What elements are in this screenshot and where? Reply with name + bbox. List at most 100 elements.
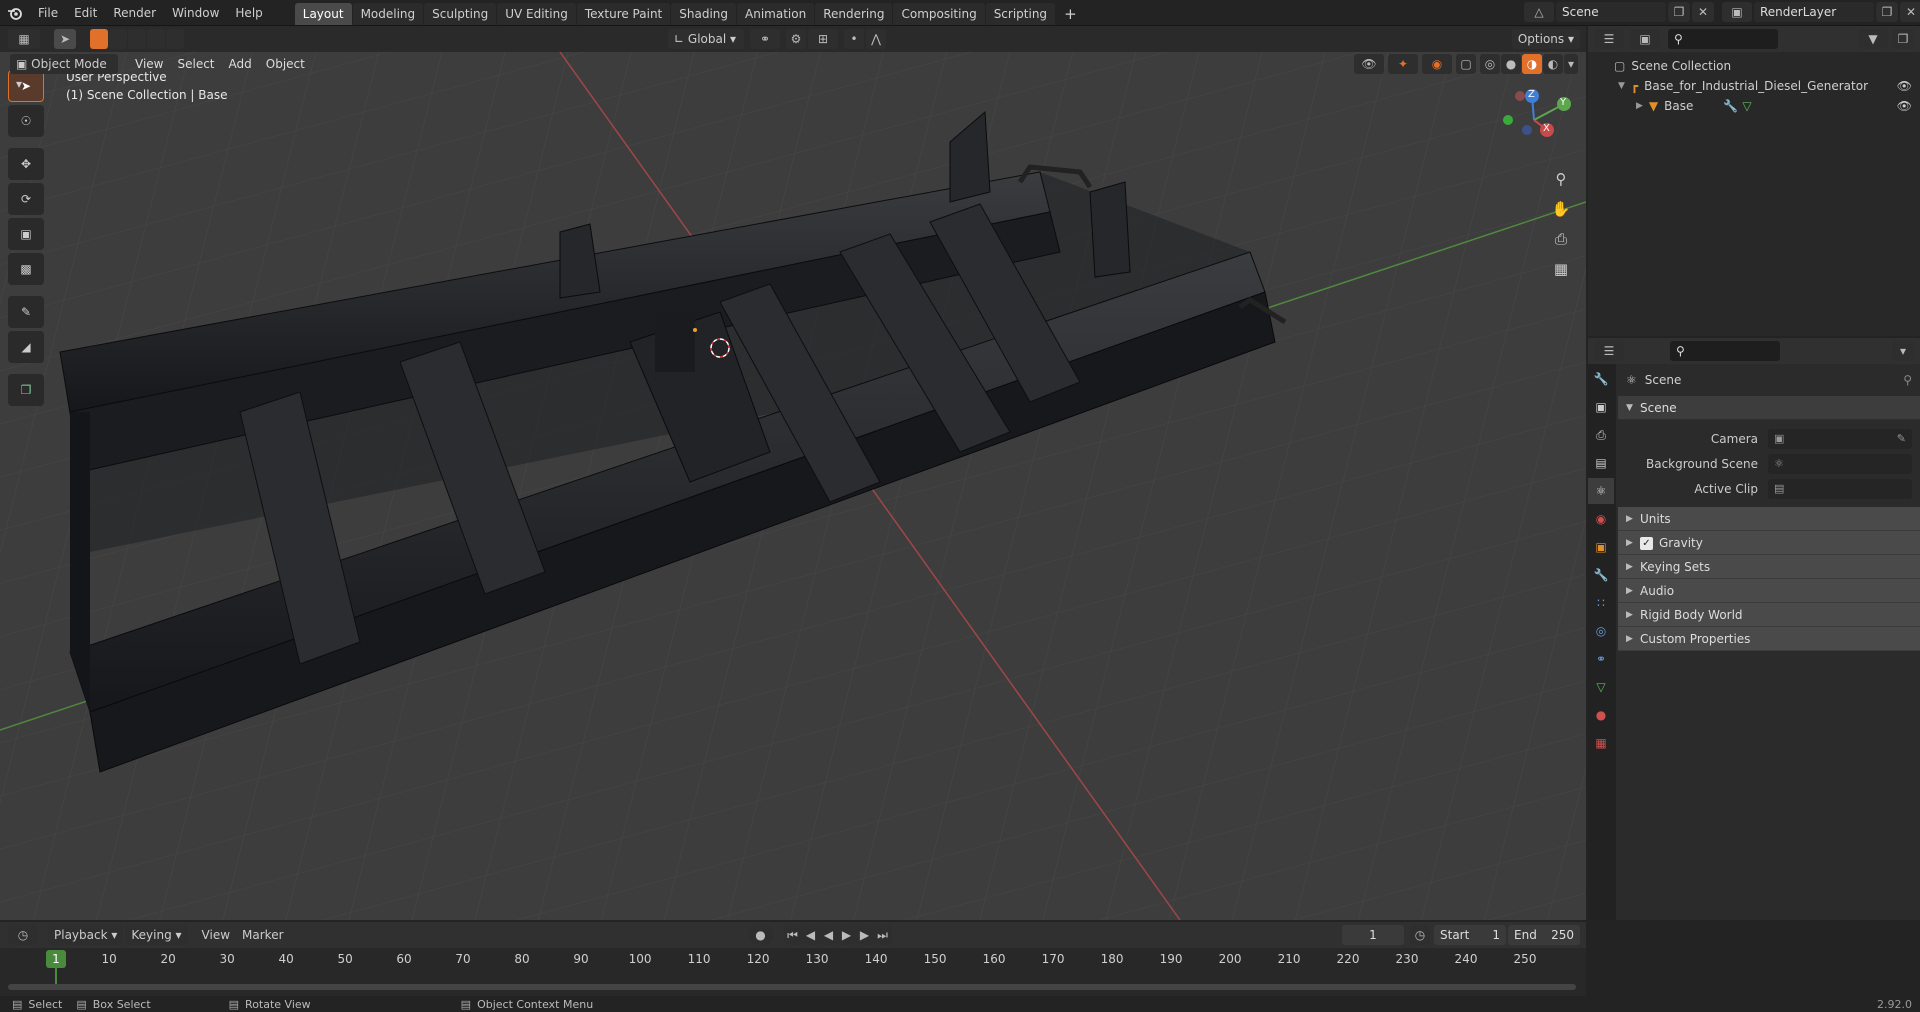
tab-layout[interactable]: Layout xyxy=(294,3,352,25)
start-frame-field[interactable]: Start 1 xyxy=(1434,925,1506,945)
rendered-shading-icon[interactable]: ◐ xyxy=(1543,54,1563,74)
record-icon[interactable]: ● xyxy=(747,925,774,945)
3d-viewport[interactable]: ➤ ☉ ✥ ⟳ ▣ ▩ ✎ ◢ ❐ User Perspective (1) S… xyxy=(0,52,1586,920)
camera-view-icon[interactable]: ⎙ xyxy=(1548,230,1574,256)
tab-shading[interactable]: Shading xyxy=(671,3,736,25)
scene-new-icon[interactable]: ❐ xyxy=(1668,2,1690,22)
tab-texture-paint[interactable]: Texture Paint xyxy=(576,3,671,25)
proportional-edit-icon[interactable]: • xyxy=(844,29,864,49)
menu-select[interactable]: Select xyxy=(170,57,221,71)
modifier-icon[interactable]: 🔧 xyxy=(1723,96,1738,116)
scene-tab-icon[interactable]: ⚛ xyxy=(1588,478,1614,504)
snap-target-icon[interactable]: ⊞ xyxy=(808,29,838,49)
play-reverse-icon[interactable]: ◀ xyxy=(819,925,838,945)
renderlayer-delete-icon[interactable]: ✕ xyxy=(1900,2,1920,22)
new-collection-icon[interactable]: ❐ xyxy=(1892,29,1914,49)
options-dropdown[interactable]: Options ▾ xyxy=(1511,29,1580,49)
gizmo-toggle-icon[interactable]: ✦ xyxy=(1388,54,1418,74)
xray-toggle-icon[interactable]: ▢ xyxy=(1456,54,1476,74)
tab-sculpting[interactable]: Sculpting xyxy=(424,3,497,25)
timeline-view-menu[interactable]: View xyxy=(196,928,236,942)
tool-tab-icon[interactable]: 🔧 xyxy=(1588,366,1614,392)
units-panel-header[interactable]: ▶ Units xyxy=(1618,507,1920,531)
move-tool-icon[interactable]: ✥ xyxy=(8,148,44,180)
texture-tab-icon[interactable]: ▦ xyxy=(1588,730,1614,756)
world-tab-icon[interactable]: ◉ xyxy=(1588,506,1614,532)
play-icon[interactable]: ▶ xyxy=(837,925,856,945)
pan-hand-icon[interactable]: ✋ xyxy=(1548,200,1574,226)
pin-icon[interactable]: ⚲ xyxy=(1903,373,1912,387)
blender-logo-icon[interactable] xyxy=(0,0,30,26)
menu-window[interactable]: Window xyxy=(164,0,227,26)
solid-shading-icon[interactable]: ● xyxy=(1501,54,1521,74)
tab-modeling[interactable]: Modeling xyxy=(352,3,424,25)
perspective-toggle-icon[interactable]: ▦ xyxy=(1548,260,1574,286)
shading-options-icon[interactable]: ▾ xyxy=(1564,54,1578,74)
timeline-editor-icon[interactable]: ◷ xyxy=(8,925,38,945)
scene-panel-header[interactable]: ▼ Scene xyxy=(1618,396,1920,420)
next-keyframe-icon[interactable]: ▶ xyxy=(855,925,874,945)
current-frame-field[interactable]: 1 xyxy=(1342,925,1404,945)
tab-scripting[interactable]: Scripting xyxy=(985,3,1056,25)
select-extend-icon[interactable] xyxy=(109,29,127,49)
menu-edit[interactable]: Edit xyxy=(66,0,105,26)
outliner-search-input[interactable]: ⚲ xyxy=(1668,29,1778,49)
orientation-dropdown[interactable]: ∟ Global ▾ xyxy=(668,29,744,49)
properties-search-input[interactable]: ⚲ xyxy=(1670,341,1780,361)
render-tab-icon[interactable]: ▣ xyxy=(1588,394,1614,420)
renderlayer-browse-icon[interactable]: ▣ xyxy=(1722,2,1752,22)
mode-dropdown[interactable]: ▣ Object Mode ▾ xyxy=(10,54,118,91)
cursor-tool-icon[interactable]: ☉ xyxy=(8,105,44,137)
eyedropper-icon[interactable]: ✎ xyxy=(1897,432,1906,445)
object-row-base[interactable]: ▶ ▼ Base 🔧 ▽ 👁 xyxy=(1588,96,1920,116)
material-tab-icon[interactable]: ● xyxy=(1588,702,1614,728)
keying-menu[interactable]: Keying ▾ xyxy=(125,925,188,945)
scene-collection-row[interactable]: ▢ Scene Collection xyxy=(1588,56,1920,76)
annotate-tool-icon[interactable]: ✎ xyxy=(8,296,44,328)
snap-toggle-icon[interactable]: ⚙ xyxy=(786,29,806,49)
menu-help[interactable]: Help xyxy=(227,0,270,26)
audio-panel-header[interactable]: ▶ Audio xyxy=(1618,579,1920,603)
scene-name-field[interactable]: Scene xyxy=(1556,2,1666,22)
jump-start-icon[interactable]: ⏮ xyxy=(783,925,802,945)
zoom-icon[interactable]: ⚲ xyxy=(1548,170,1574,196)
navigation-gizmo[interactable]: Z Y X xyxy=(1490,74,1580,164)
renderlayer-name-field[interactable]: RenderLayer xyxy=(1754,2,1874,22)
menu-view[interactable]: View xyxy=(128,57,170,71)
menu-add[interactable]: Add xyxy=(222,57,259,71)
editor-type-icon[interactable]: ▦ xyxy=(8,29,40,49)
tab-animation[interactable]: Animation xyxy=(737,3,815,25)
add-cube-tool-icon[interactable]: ❐ xyxy=(8,374,44,406)
renderlayer-new-icon[interactable]: ❐ xyxy=(1876,2,1898,22)
measure-tool-icon[interactable]: ◢ xyxy=(8,331,44,363)
modifier-tab-icon[interactable]: 🔧 xyxy=(1588,562,1614,588)
select-invert-icon[interactable] xyxy=(147,29,165,49)
display-mode-icon[interactable]: ▣ xyxy=(1630,29,1660,49)
data-tab-icon[interactable]: ▽ xyxy=(1588,674,1614,700)
output-tab-icon[interactable]: ⎙ xyxy=(1588,422,1614,448)
menu-render[interactable]: Render xyxy=(105,0,164,26)
material-shading-icon[interactable]: ◑ xyxy=(1522,54,1542,74)
gravity-checkbox[interactable]: ✓ xyxy=(1640,537,1653,550)
end-frame-field[interactable]: End 250 xyxy=(1508,925,1580,945)
camera-field[interactable]: ▣ ✎ xyxy=(1768,428,1912,449)
scene-browse-icon[interactable]: △ xyxy=(1524,2,1554,22)
tab-uv-editing[interactable]: UV Editing xyxy=(497,3,576,25)
constraints-tab-icon[interactable]: ⚭ xyxy=(1588,646,1614,672)
properties-editor-icon[interactable]: ☰ xyxy=(1594,341,1624,361)
select-tool-icon[interactable]: ➤ xyxy=(54,29,76,49)
background-scene-field[interactable]: ⚛ xyxy=(1768,453,1912,474)
view-layer-tab-icon[interactable]: ▤ xyxy=(1588,450,1614,476)
wireframe-shading-icon[interactable]: ◎ xyxy=(1480,54,1500,74)
select-new-icon[interactable] xyxy=(90,29,108,49)
playback-menu[interactable]: Playback ▾ xyxy=(48,925,124,945)
select-subtract-icon[interactable] xyxy=(128,29,146,49)
expand-arrow-icon[interactable]: ▼ xyxy=(1618,76,1625,96)
mesh-data-icon[interactable]: ▽ xyxy=(1742,96,1751,116)
rigid-body-world-panel-header[interactable]: ▶ Rigid Body World xyxy=(1618,603,1920,627)
falloff-icon[interactable]: ⋀ xyxy=(866,29,886,49)
transform-tool-icon[interactable]: ▩ xyxy=(8,253,44,285)
add-workspace-button[interactable]: + xyxy=(1056,3,1085,25)
timeline-area[interactable]: 1102030405060708090100110120130140150160… xyxy=(0,948,1586,996)
active-clip-field[interactable]: ▤ xyxy=(1768,478,1912,499)
